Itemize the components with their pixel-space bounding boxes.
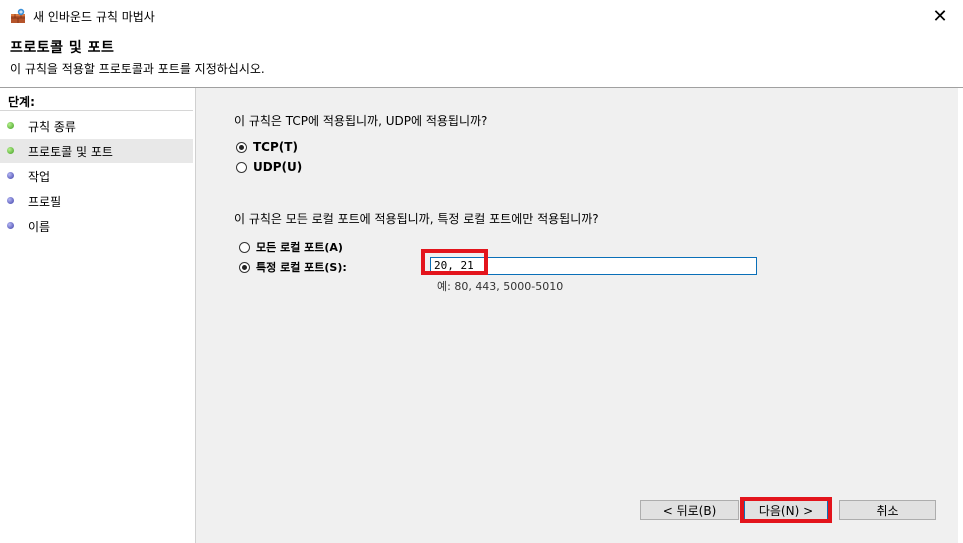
back-button[interactable]: < 뒤로(B) <box>640 500 739 520</box>
step-label: 프로필 <box>28 195 62 209</box>
radio-tcp-indicator[interactable] <box>236 141 247 153</box>
radio-tcp-label: TCP(T) <box>253 140 298 154</box>
radio-tcp[interactable]: TCP(T) <box>236 140 298 154</box>
step-protocol-ports[interactable]: 프로토콜 및 포트 <box>0 139 193 163</box>
radio-specific-ports-label: 특정 로컬 포트(S): <box>256 261 347 274</box>
radio-specific-ports-indicator[interactable] <box>239 261 250 273</box>
steps-title-divider <box>0 110 193 111</box>
step-pending-icon <box>7 172 14 179</box>
wizard-content: 이 규칙은 TCP에 적용됩니까, UDP에 적용됩니까? TCP(T) UDP… <box>196 88 963 543</box>
step-label: 프로토콜 및 포트 <box>28 145 113 159</box>
steps-title: 단계: <box>8 95 35 109</box>
step-pending-icon <box>7 197 14 204</box>
page-title: 프로토콜 및 포트 <box>10 40 115 56</box>
step-action[interactable]: 작업 <box>0 164 193 188</box>
next-button-highlight <box>740 497 832 523</box>
step-label: 작업 <box>28 170 51 184</box>
radio-all-ports-label: 모든 로컬 포트(A) <box>256 241 343 254</box>
protocol-question: 이 규칙은 TCP에 적용됩니까, UDP에 적용됩니까? <box>234 114 488 128</box>
step-label: 규칙 종류 <box>28 120 76 134</box>
page-subtitle: 이 규칙을 적용할 프로토콜과 포트를 지정하십시오. <box>10 62 265 76</box>
step-pending-icon <box>7 222 14 229</box>
radio-all-ports-indicator[interactable] <box>239 241 250 253</box>
radio-udp-indicator[interactable] <box>236 161 247 173</box>
port-example-hint: 예: 80, 443, 5000-5010 <box>437 280 564 293</box>
window-edge <box>958 88 963 543</box>
step-rule-type[interactable]: 규칙 종류 <box>0 114 193 138</box>
window-title: 새 인바운드 규칙 마법사 <box>33 10 155 24</box>
title-bar: 새 인바운드 규칙 마법사 ✕ <box>0 0 963 32</box>
radio-all-ports[interactable]: 모든 로컬 포트(A) <box>239 239 343 255</box>
step-label: 이름 <box>28 220 51 234</box>
cancel-button[interactable]: 취소 <box>839 500 936 520</box>
port-input-highlight <box>421 249 488 275</box>
step-current-icon <box>7 147 14 154</box>
radio-specific-ports[interactable]: 특정 로컬 포트(S): <box>239 259 347 275</box>
close-icon: ✕ <box>932 5 948 27</box>
steps-sidebar: 단계: 규칙 종류 프로토콜 및 포트 작업 프로필 이름 <box>0 88 193 543</box>
step-name[interactable]: 이름 <box>0 214 193 238</box>
port-question: 이 규칙은 모든 로컬 포트에 적용됩니까, 특정 로컬 포트에만 적용됩니까? <box>234 212 599 226</box>
close-button[interactable]: ✕ <box>917 0 963 32</box>
step-profile[interactable]: 프로필 <box>0 189 193 213</box>
wizard-header: 프로토콜 및 포트 이 규칙을 적용할 프로토콜과 포트를 지정하십시오. <box>0 32 963 87</box>
radio-udp-label: UDP(U) <box>253 160 303 174</box>
radio-udp[interactable]: UDP(U) <box>236 160 302 174</box>
firewall-icon <box>11 8 25 23</box>
step-complete-icon <box>7 122 14 129</box>
